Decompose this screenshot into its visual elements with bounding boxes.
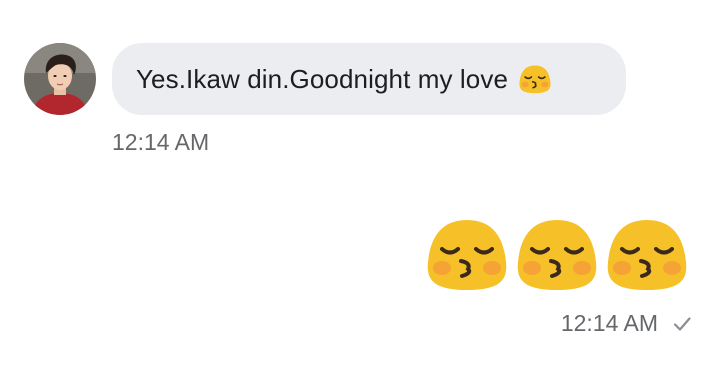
outgoing-timestamp: 12:14 AM xyxy=(560,310,658,336)
incoming-message-text: Yes.Ikaw din.Goodnight my love xyxy=(136,63,509,94)
contact-avatar[interactable] xyxy=(24,43,96,115)
avatar-photo-icon xyxy=(24,43,96,115)
sent-check-icon xyxy=(673,316,691,331)
kissing-face-emoji-icon xyxy=(607,220,687,290)
incoming-timestamp: 12:14 AM xyxy=(112,129,210,155)
kissing-face-emoji-icon xyxy=(517,220,597,290)
outgoing-timestamp-row: 12:14 AM xyxy=(561,310,692,337)
kissing-face-emoji-icon xyxy=(518,62,552,96)
kissing-face-emoji-icon xyxy=(427,220,507,290)
outgoing-message-bubble[interactable] xyxy=(424,216,690,292)
incoming-message-bubble[interactable]: Yes.Ikaw din.Goodnight my love xyxy=(112,43,626,115)
